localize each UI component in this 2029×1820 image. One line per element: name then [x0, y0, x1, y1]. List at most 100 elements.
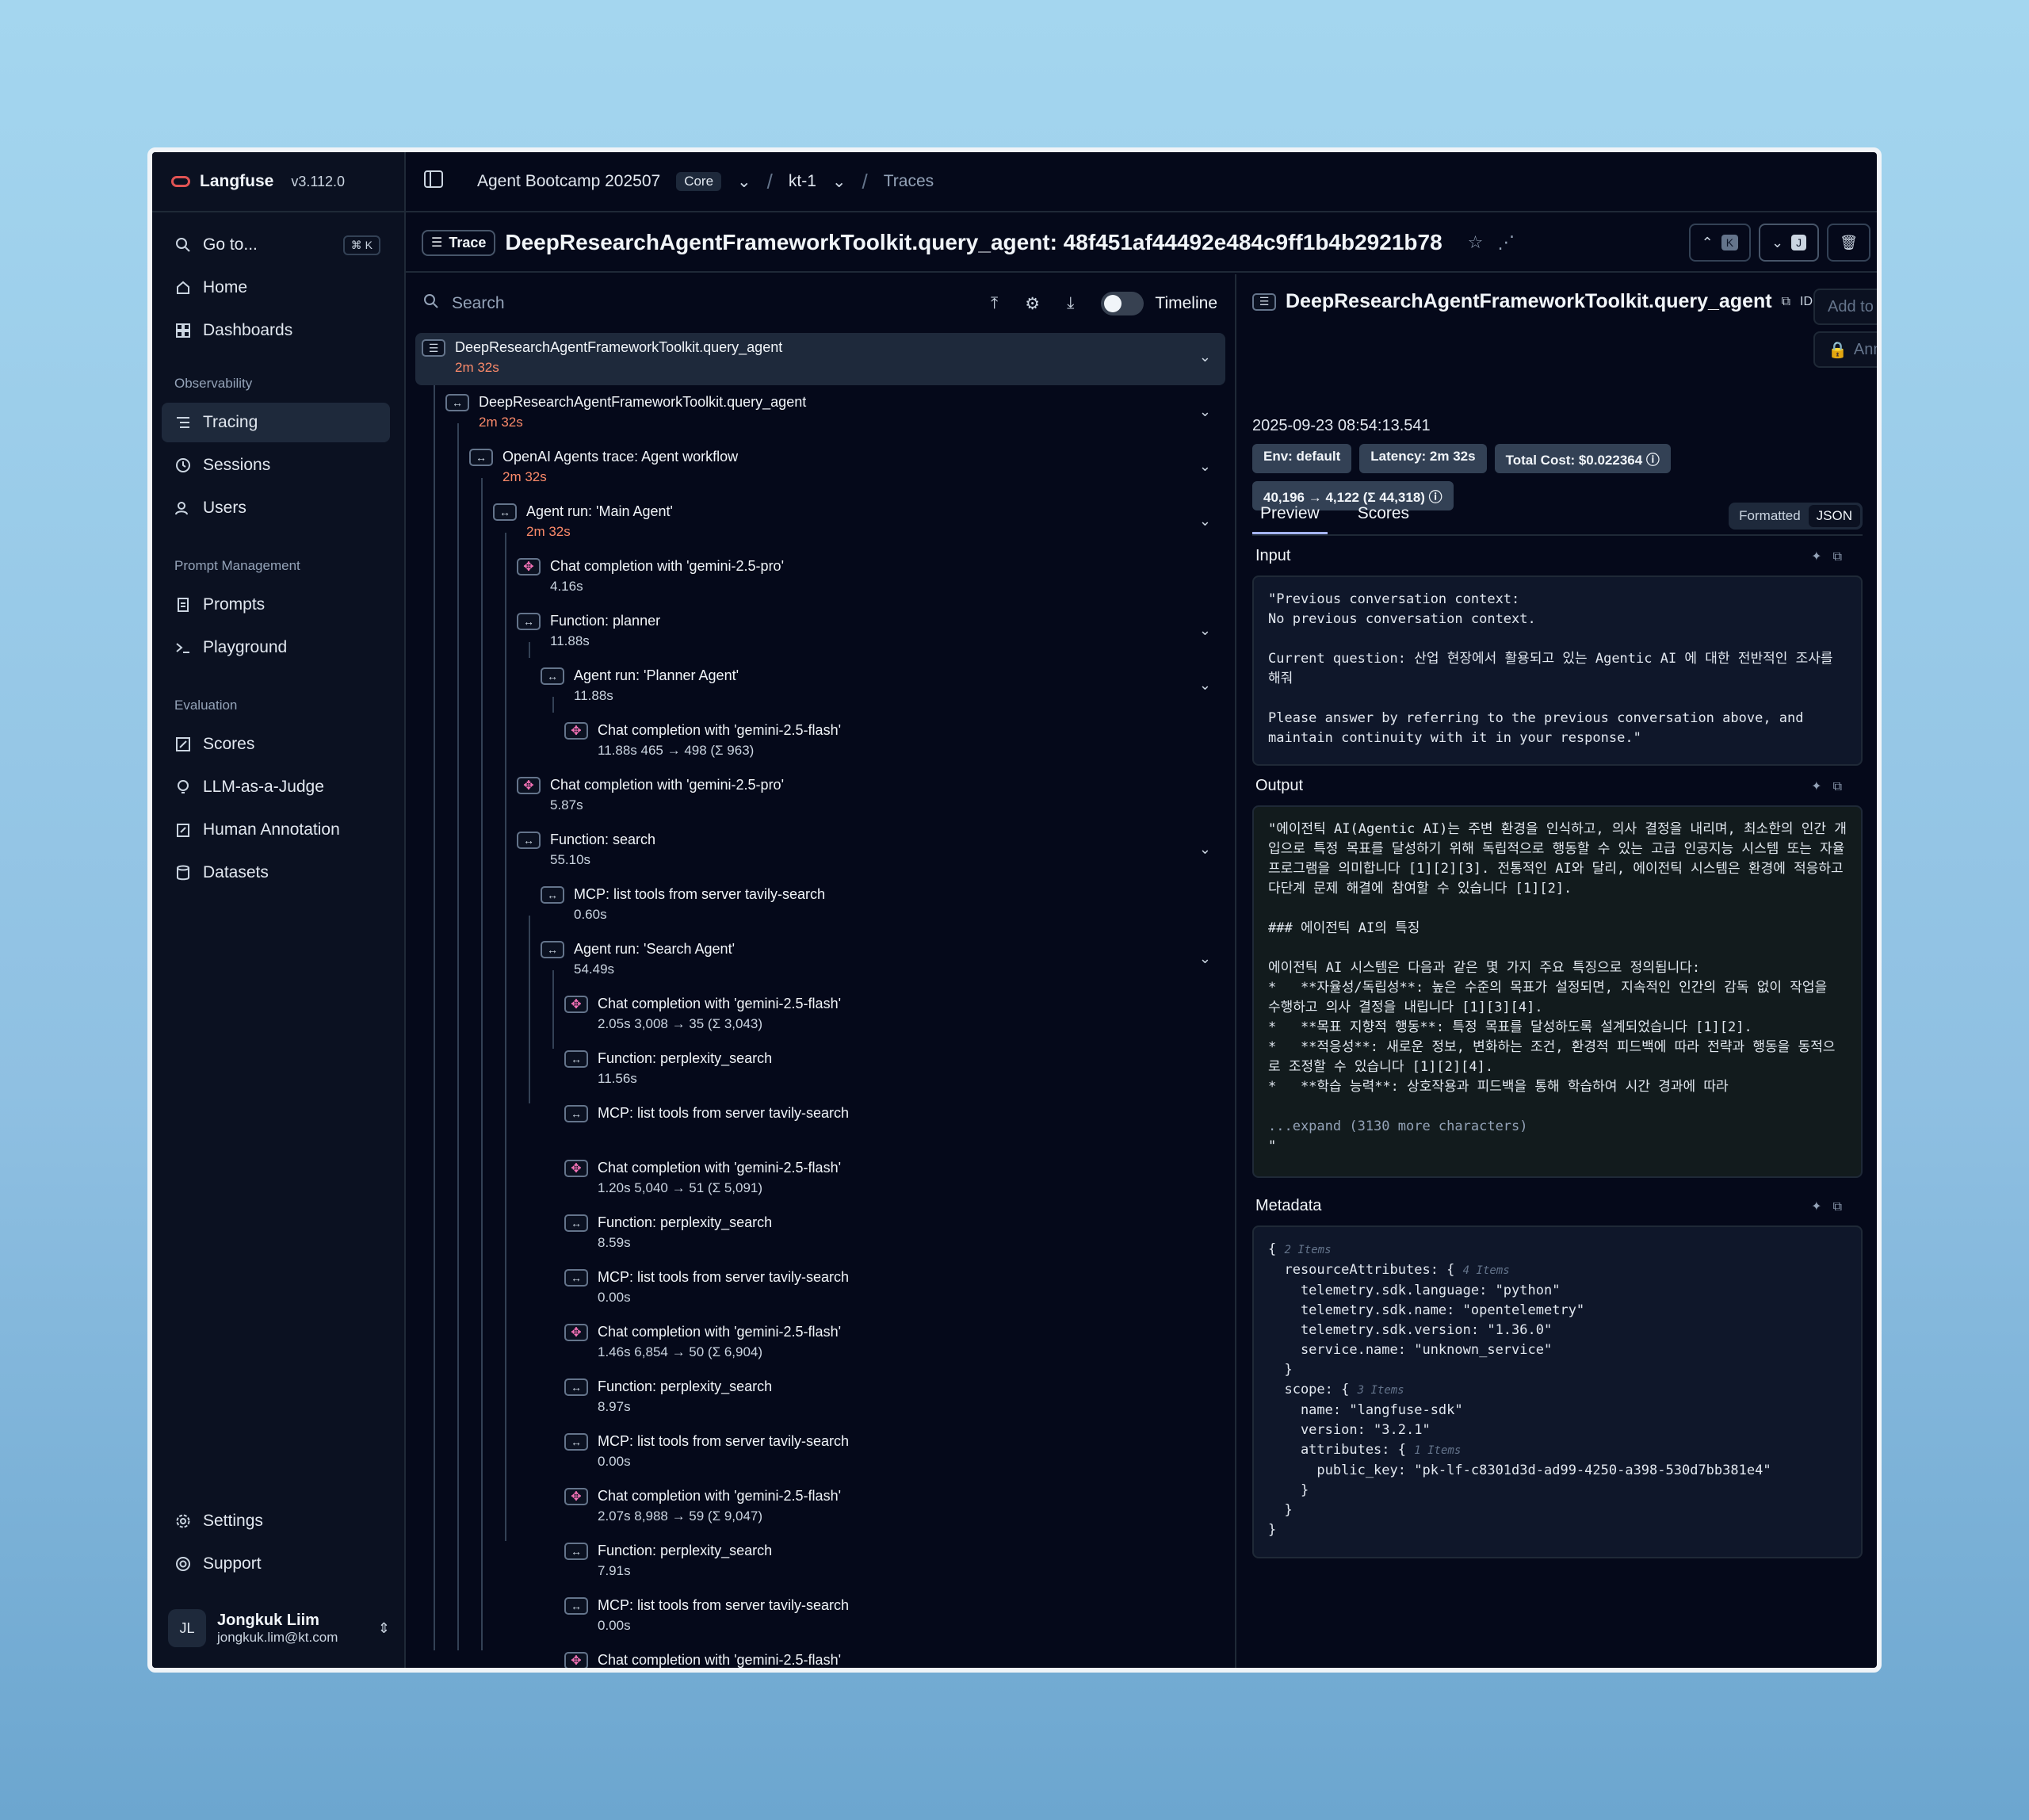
tree-node-meta: 0.60s — [574, 907, 607, 922]
tree-node[interactable]: ↔ DeepResearchAgentFrameworkToolkit.query… — [415, 388, 1225, 440]
sidebar-item-support[interactable]: Support — [162, 1544, 390, 1584]
output-expand-link[interactable]: ...expand (3130 more characters) — [1268, 1118, 1528, 1134]
input-actions: ✦⧉ — [1811, 549, 1853, 564]
metadata-item-count[interactable]: 1 Items — [1414, 1444, 1461, 1457]
tree-node[interactable]: ✥ Chat completion with 'gemini-2.5-flash'… — [415, 1646, 1225, 1668]
sidebar-item-playground[interactable]: Playground — [162, 628, 390, 667]
brand[interactable]: Langfuse v3.112.0 — [152, 152, 404, 212]
scores-icon — [174, 736, 192, 753]
sidebar-item-llm-as-a-judge[interactable]: LLM-as-a-Judge — [162, 767, 390, 807]
tree-node[interactable]: ↔ MCP: list tools from server tavily-sear… — [415, 880, 1225, 932]
sidebar-item-users[interactable]: Users — [162, 488, 390, 528]
tree-node[interactable]: ↔ Function: perplexity_search 8.97s — [415, 1372, 1225, 1424]
tree-node[interactable]: ↔ Function: perplexity_search 11.56s — [415, 1044, 1225, 1096]
sidebar-item-label: Tracing — [203, 413, 258, 431]
add-to-dataset-button[interactable]: Add to — [1813, 289, 1877, 325]
download-icon[interactable]: ⤓ — [1067, 294, 1074, 313]
tree-node[interactable]: ✥ Chat completion with 'gemini-2.5-pro' 5.… — [415, 770, 1225, 823]
chevron-down-icon[interactable]: ⌄ — [1199, 841, 1211, 858]
copy-icon[interactable]: ⧉ — [1782, 295, 1790, 309]
metadata-text: service.name: "unknown_service" — [1268, 1342, 1553, 1358]
copy-icon[interactable]: ⧉ — [1833, 780, 1853, 793]
sidebar-item-dashboards[interactable]: Dashboards — [162, 311, 390, 350]
share-icon[interactable]: ⋰ — [1497, 232, 1515, 253]
tree-node[interactable]: ↔ Agent run: 'Planner Agent' 11.88s ⌄ — [415, 661, 1225, 713]
star-icon[interactable]: ☆ — [1468, 232, 1484, 253]
tree-node[interactable]: ↔ MCP: list tools from server tavily-sear… — [415, 1427, 1225, 1479]
metadata-item-count[interactable]: 4 Items — [1463, 1264, 1510, 1277]
metadata-text: { — [1268, 1241, 1277, 1257]
tree-node[interactable]: ↔ OpenAI Agents trace: Agent workflow 2m 3… — [415, 442, 1225, 495]
metadata-item-count[interactable]: 3 Items — [1358, 1384, 1404, 1397]
sparkle-icon[interactable]: ✦ — [1811, 1200, 1832, 1214]
chevron-down-icon[interactable]: ⌄ — [1199, 403, 1211, 420]
tree-search-input[interactable]: Search — [452, 294, 505, 313]
tree-node[interactable]: ☰ DeepResearchAgentFrameworkToolkit.query… — [415, 333, 1225, 385]
tree-node[interactable]: ↔ MCP: list tools from server tavily-sear… — [415, 1099, 1225, 1151]
tree-node[interactable]: ✥ Chat completion with 'gemini-2.5-flash'… — [415, 989, 1225, 1042]
goto-button[interactable]: Go to... ⌘ K — [162, 225, 390, 265]
sidebar-item-settings[interactable]: Settings — [162, 1501, 390, 1541]
tree-node[interactable]: ✥ Chat completion with 'gemini-2.5-flash'… — [415, 1317, 1225, 1370]
chevron-down-icon[interactable]: ⌄ — [1199, 950, 1211, 967]
breadcrumb-page[interactable]: Traces — [884, 172, 934, 191]
sidebar-item-home[interactable]: Home — [162, 268, 390, 308]
tree-node[interactable]: ↔ Function: search 55.10s ⌄ — [415, 825, 1225, 878]
annotate-button[interactable]: 🔒 Ann — [1813, 331, 1877, 368]
delete-button[interactable]: 🗑 — [1827, 224, 1870, 262]
chevron-down-icon[interactable]: ⌄ — [1199, 622, 1211, 639]
sidebar-item-datasets[interactable]: Datasets — [162, 853, 390, 893]
format-formatted[interactable]: Formatted — [1731, 505, 1808, 527]
detail-id-label[interactable]: ID — [1800, 295, 1813, 309]
copy-icon[interactable]: ⧉ — [1833, 1200, 1853, 1214]
tree-node[interactable]: ↔ Agent run: 'Search Agent' 54.49s ⌄ — [415, 935, 1225, 987]
chevron-down-icon[interactable]: ⌄ — [1199, 349, 1211, 365]
tree-node[interactable]: ↔ Function: perplexity_search 7.91s — [415, 1536, 1225, 1589]
tree-node[interactable]: ↔ Function: planner 11.88s ⌄ — [415, 606, 1225, 659]
input-label: Input — [1255, 547, 1291, 564]
copy-icon[interactable]: ⧉ — [1833, 550, 1853, 564]
chevron-down-icon[interactable]: ⌄ — [832, 172, 846, 192]
metadata-item-count[interactable]: 2 Items — [1285, 1244, 1332, 1256]
tab-scores[interactable]: Scores — [1350, 504, 1417, 534]
tree-node[interactable]: ✥ Chat completion with 'gemini-2.5-pro' 4.… — [415, 552, 1225, 604]
user-menu[interactable]: JL Jongkuk Liim jongkuk.lim@kt.com ⇕ — [168, 1604, 390, 1652]
tree-node[interactable]: ↔ MCP: list tools from server tavily-sear… — [415, 1591, 1225, 1643]
sidebar-toggle-icon[interactable] — [423, 169, 444, 194]
tree-node[interactable]: ↔ Function: perplexity_search 8.59s — [415, 1208, 1225, 1260]
tree-node[interactable]: ✥ Chat completion with 'gemini-2.5-flash'… — [415, 1153, 1225, 1206]
sidebar-item-label: Dashboards — [203, 321, 293, 339]
environment-name[interactable]: kt-1 — [789, 172, 816, 191]
chevron-down-icon[interactable]: ⌄ — [1199, 458, 1211, 475]
span-icon: ↔ — [564, 1105, 588, 1122]
sparkle-icon[interactable]: ✦ — [1811, 780, 1832, 793]
previous-trace-button[interactable]: ⌃ K — [1688, 224, 1752, 262]
tree-node[interactable]: ↔ MCP: list tools from server tavily-sear… — [415, 1263, 1225, 1315]
tab-preview[interactable]: Preview — [1252, 504, 1328, 534]
metadata-line: version: "3.2.1" — [1268, 1420, 1847, 1440]
collapse-icon[interactable]: ⤒ — [991, 294, 998, 313]
tree-node[interactable]: ✥ Chat completion with 'gemini-2.5-flash'… — [415, 1482, 1225, 1534]
chevron-down-icon[interactable]: ⌄ — [1199, 677, 1211, 694]
chevron-down-icon[interactable]: ⌄ — [1199, 513, 1211, 530]
tree-node-meta: 0.00s — [598, 1454, 631, 1469]
sidebar-item-prompts[interactable]: Prompts — [162, 585, 390, 625]
project-name[interactable]: Agent Bootcamp 202507 — [477, 172, 660, 191]
sliders-icon[interactable]: ⚙ — [1025, 294, 1040, 314]
format-json[interactable]: JSON — [1808, 505, 1860, 527]
sidebar-item-human-annotation[interactable]: Human Annotation — [162, 810, 390, 850]
list-tree-icon — [174, 414, 192, 431]
next-trace-button[interactable]: ⌄ J — [1759, 224, 1820, 262]
sidebar-item-label: LLM-as-a-Judge — [203, 778, 324, 796]
sidebar-item-tracing[interactable]: Tracing — [162, 403, 390, 442]
chevron-down-icon[interactable]: ⌄ — [737, 172, 751, 192]
sparkle-icon[interactable]: ✦ — [1811, 550, 1832, 564]
sidebar-item-sessions[interactable]: Sessions — [162, 445, 390, 485]
metadata-text: scope: { — [1268, 1382, 1350, 1398]
timeline-toggle[interactable] — [1101, 292, 1144, 315]
tree-node[interactable]: ✥ Chat completion with 'gemini-2.5-flash'… — [415, 716, 1225, 768]
page-title: DeepResearchAgentFrameworkToolkit.query_… — [505, 230, 1442, 254]
sidebar-item-scores[interactable]: Scores — [162, 725, 390, 764]
tree-node[interactable]: ↔ Agent run: 'Main Agent' 2m 32s ⌄ — [415, 497, 1225, 549]
tree-node-name: DeepResearchAgentFrameworkToolkit.query_… — [455, 339, 783, 355]
